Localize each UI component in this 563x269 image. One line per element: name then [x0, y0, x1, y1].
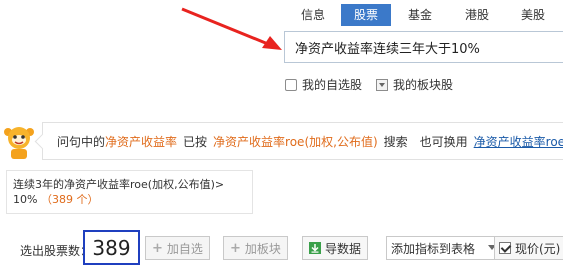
selected-stocks-count: 389	[83, 230, 140, 265]
search-input[interactable]	[284, 31, 563, 63]
add-indicator-select[interactable]: 添加指标到表格	[386, 236, 501, 260]
tab-info[interactable]: 信息	[285, 4, 341, 26]
tab-hk-stocks[interactable]: 港股	[449, 4, 505, 26]
condition-card[interactable]: 连续3年的净资产收益率roe(加权,公布值)> 10% （389 个）	[6, 170, 253, 214]
red-arrow-annotation	[181, 7, 282, 50]
current-price-label: 现价(元)	[515, 241, 561, 256]
assistant-text-3: 搜索	[383, 134, 408, 149]
watchlist-checkbox[interactable]	[285, 78, 297, 91]
assistant-text-1: 问句中的	[57, 134, 106, 149]
export-data-label: 导数据	[325, 241, 362, 256]
assistant-text-2: 已按	[183, 134, 208, 149]
plus-icon: +	[230, 240, 241, 256]
tab-us-stocks[interactable]: 美股	[505, 4, 561, 26]
tab-funds[interactable]: 基金	[391, 4, 449, 26]
tab-stocks[interactable]: 股票	[341, 4, 391, 26]
robot-avatar-icon	[4, 127, 34, 159]
option-my-sector-stocks[interactable]: 我的板块股	[376, 76, 453, 93]
assistant-term-2: 净资产收益率roe(加权,公布值)	[213, 134, 378, 149]
plus-icon: +	[152, 240, 163, 256]
assistant-text-4: 也可换用	[419, 134, 468, 149]
checkbox-checked-icon[interactable]	[499, 242, 511, 254]
condition-count: （389 个）	[40, 193, 99, 206]
dropdown-icon[interactable]	[376, 78, 388, 91]
selected-stocks-label: 选出股票数：	[20, 244, 93, 258]
current-price-toggle[interactable]: 现价(元)	[494, 236, 563, 260]
add-watchlist-button[interactable]: + 加自选	[145, 236, 210, 260]
alternative-term-link[interactable]: 净资产收益率roe(摊	[474, 133, 563, 150]
assistant-term-1: 净资产收益率	[105, 134, 178, 149]
add-watchlist-label: 加自选	[166, 241, 203, 256]
download-icon	[309, 242, 321, 254]
condition-value: 10%	[13, 193, 38, 206]
assistant-message: 问句中的 净资产收益率 已按 净资产收益率roe(加权,公布值) 搜索 也可换用…	[42, 122, 563, 160]
sector-stocks-label: 我的板块股	[393, 78, 454, 92]
export-data-button[interactable]: 导数据	[302, 236, 369, 260]
add-indicator-label: 添加指标到表格	[391, 241, 476, 256]
add-sector-label: 加板块	[244, 241, 281, 256]
watchlist-label: 我的自选股	[302, 78, 363, 92]
add-sector-button[interactable]: + 加板块	[223, 236, 288, 260]
option-my-watchlist[interactable]: 我的自选股	[285, 76, 362, 93]
search-category-tabs: 信息 股票 基金 港股 美股	[285, 4, 561, 26]
condition-text: 连续3年的净资产收益率roe(加权,公布值)>	[13, 178, 225, 191]
